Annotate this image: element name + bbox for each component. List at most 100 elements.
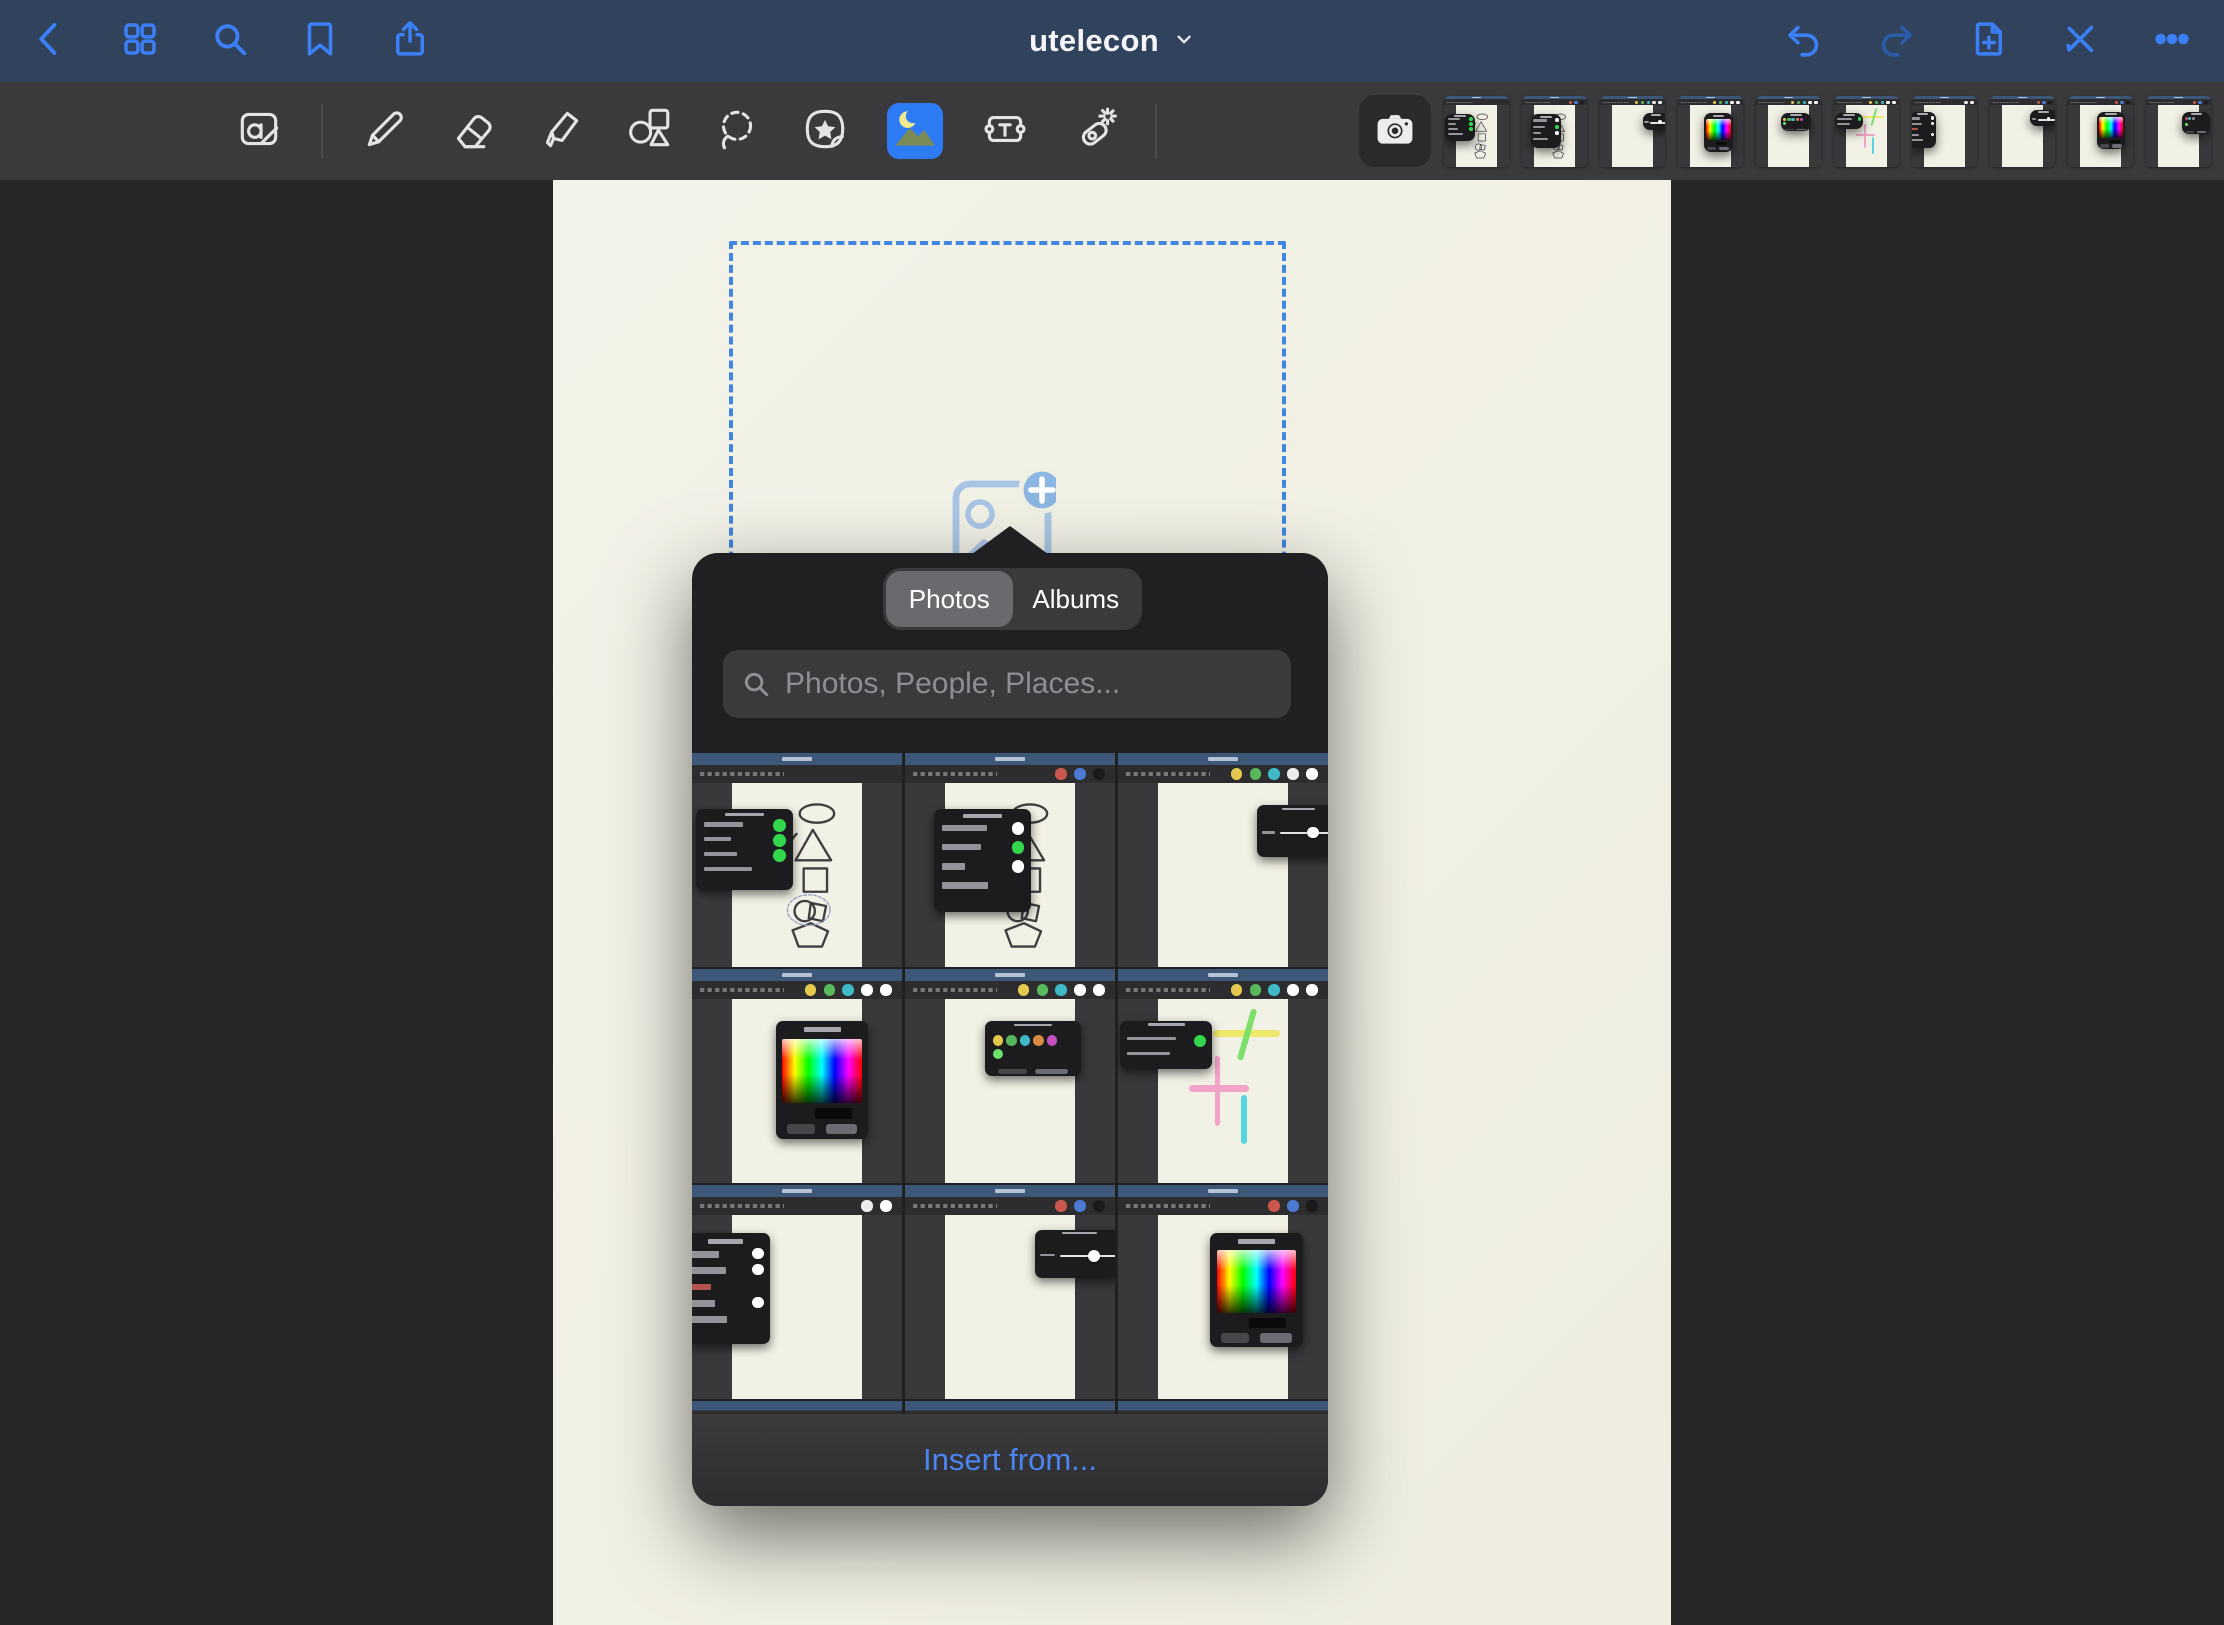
- photo-grid-partial-row: [692, 1401, 1328, 1414]
- screenshot-shape-tool-settings[interactable]: [1522, 96, 1587, 167]
- m-dot: [1892, 101, 1896, 105]
- p-hex: [815, 1108, 852, 1119]
- mini-part: [1005, 924, 1041, 947]
- p-text: [1448, 118, 1460, 120]
- thumbnails-grid-button[interactable]: [118, 19, 162, 63]
- p-btn: [2186, 131, 2194, 133]
- photo-search-field[interactable]: [723, 650, 1291, 718]
- p-dot: [752, 1248, 763, 1259]
- m-title: [1550, 97, 1559, 98]
- screenshot-highlighter-color-picker[interactable]: [1678, 96, 1743, 167]
- p-title: [2105, 113, 2116, 115]
- m-dot: [824, 984, 835, 995]
- m-glyphs: [913, 1204, 997, 1208]
- screenshot-pen-color-picker[interactable]: [2068, 96, 2133, 167]
- insert-from-button[interactable]: Insert from...: [692, 1414, 1328, 1506]
- lasso-tool-button[interactable]: [711, 105, 763, 157]
- m-dot: [1093, 768, 1104, 779]
- m-body: [905, 999, 1115, 1183]
- m-dot: [1055, 1200, 1066, 1211]
- undo-icon: [1783, 18, 1825, 65]
- screenshot-pen-thickness[interactable]: [1990, 96, 2055, 167]
- elements-tool-button[interactable]: [799, 105, 851, 157]
- photo-thumbnail-partial[interactable]: [905, 1401, 1115, 1414]
- screenshot-highlighter-color-presets[interactable]: [1756, 96, 1821, 167]
- screenshot-pen-color-picker[interactable]: [1118, 1185, 1328, 1399]
- tab-photos[interactable]: Photos: [886, 571, 1013, 627]
- m-glyphs: [1447, 102, 1473, 103]
- p-cdot: [1800, 118, 1803, 121]
- laser-pointer-tool-button[interactable]: [1067, 105, 1119, 157]
- text-tool-button[interactable]: [979, 105, 1031, 157]
- navbar-right-group: [1782, 0, 2194, 82]
- shapes-tool-button[interactable]: [623, 105, 675, 157]
- p-text: [942, 863, 965, 869]
- screenshot-pen-thickness[interactable]: [905, 1185, 1115, 1399]
- m-panel: [1781, 113, 1811, 131]
- p-text: [1040, 1254, 1054, 1257]
- back-button[interactable]: [28, 19, 72, 63]
- more-ellipsis-icon: [2151, 18, 2193, 65]
- redo-button[interactable]: [1874, 19, 1918, 63]
- photo-search-input[interactable]: [783, 666, 1273, 702]
- bookmark-button[interactable]: [298, 19, 342, 63]
- m-dot: [1306, 768, 1317, 779]
- screenshot-highlighter-thickness[interactable]: [1600, 96, 1665, 167]
- highlighter-tool-button[interactable]: [535, 105, 587, 157]
- eraser-tool-button[interactable]: [447, 105, 499, 157]
- m-glyphs: [1993, 102, 2019, 103]
- screenshot-highlighter-straight-line[interactable]: [1834, 96, 1899, 167]
- more-button[interactable]: [2150, 19, 2194, 63]
- screenshot-lasso-tool-settings[interactable]: [1444, 96, 1509, 167]
- screenshot-highlighter-straight-line[interactable]: [1118, 969, 1328, 1183]
- m-title: [1784, 97, 1793, 98]
- image-tool-button[interactable]: [887, 103, 943, 159]
- m-dot: [1287, 768, 1298, 779]
- m-glyphs: [700, 988, 784, 992]
- edit-mode-toggle-button[interactable]: [233, 105, 285, 157]
- m-tb: [1118, 981, 1328, 999]
- p-dot: [773, 819, 786, 832]
- eraser-icon: [448, 104, 498, 159]
- screenshot-shape-tool-settings[interactable]: [905, 753, 1115, 967]
- m-dot: [2126, 101, 2130, 105]
- add-page-button[interactable]: [1966, 19, 2010, 63]
- pen-tool-button[interactable]: [359, 105, 411, 157]
- screenshot-lasso-tool-settings[interactable]: [692, 753, 902, 967]
- p-title: [1843, 114, 1854, 116]
- m-body: [1990, 105, 2055, 166]
- m-tb: [905, 981, 1115, 999]
- screenshot-eraser-settings[interactable]: [692, 1185, 902, 1399]
- screenshot-highlighter-thickness[interactable]: [1118, 753, 1328, 967]
- screenshot-eraser-settings[interactable]: [1912, 96, 1977, 167]
- photo-grid: [692, 753, 1328, 1399]
- screenshot-highlighter-color-presets[interactable]: [905, 969, 1115, 1183]
- tab-albums[interactable]: Albums: [1013, 571, 1140, 627]
- camera-button[interactable]: [1359, 95, 1431, 167]
- m-panel: [985, 1021, 1082, 1076]
- p-title: [2191, 113, 2202, 115]
- pencil-x-button[interactable]: [2058, 19, 2102, 63]
- undo-button[interactable]: [1782, 19, 1826, 63]
- screenshot-highlighter-color-picker[interactable]: [692, 969, 902, 1183]
- p-text: [704, 867, 752, 872]
- p-dot: [1194, 1035, 1206, 1047]
- screenshot-pen-color-presets[interactable]: [2146, 96, 2211, 167]
- mini: [1678, 96, 1743, 167]
- m-glyphs: [1837, 102, 1863, 103]
- p-btn: [2197, 131, 2206, 133]
- photo-thumbnail-partial[interactable]: [692, 1401, 902, 1414]
- photo-thumbnail-partial[interactable]: [1118, 1401, 1328, 1414]
- search-button[interactable]: [208, 19, 252, 63]
- p-text: [704, 837, 731, 842]
- m-glyphs: [1525, 102, 1551, 103]
- m-dot: [1268, 1200, 1279, 1211]
- mini: [905, 969, 1115, 1183]
- share-button[interactable]: [388, 19, 432, 63]
- m-dot: [2115, 101, 2119, 105]
- p-text: [1837, 118, 1852, 120]
- highlighter-icon: [536, 104, 586, 159]
- document-title-button[interactable]: utelecon: [1029, 23, 1195, 59]
- p-title: [1917, 113, 1928, 115]
- p-dot: [1931, 116, 1935, 120]
